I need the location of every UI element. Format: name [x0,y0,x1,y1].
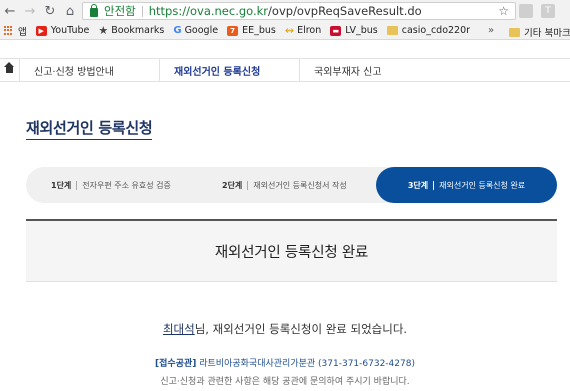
page-title: 재외선거인 등록신청 [26,117,153,140]
bookmark-star-icon[interactable]: ☆ [498,4,509,18]
url-text[interactable]: https://ova.nec.go.kr/ovp/ovpReqSaveResu… [149,4,422,18]
site-nav: 신고·신청 방법안내 재외선거인 등록신청 국외부재자 신고 [0,58,570,82]
step-text: 재외선거인 등록신청 완료 [439,180,526,190]
extension-icon[interactable] [519,4,533,18]
step-1: 1단계 전자우편 주소 유효성 검증 [51,167,171,203]
contact-notice: 신고·신청과 관련한 사항은 해당 공관에 문의하여 주시기 바랍니다. [160,377,410,387]
bookmark-label: Elron [297,25,322,36]
nav-item-label: 국외부재자 신고 [314,66,382,78]
step-divider [247,180,249,190]
bookmark-label: Bookmarks [111,25,165,36]
folder-icon [386,26,398,35]
forward-icon[interactable]: → [20,0,40,22]
office-label: [접수공관] [155,359,197,369]
bookmark-google[interactable]: G Google [173,25,218,36]
bookmark-ee-bus[interactable]: 7 EE_bus [227,25,276,36]
bookmark-label: Google [184,25,219,36]
nav-item-guide[interactable]: 신고·신청 방법안내 [20,59,160,81]
bookmark-elron[interactable]: ↭ Elron [285,24,321,37]
bookmark-lv-bus[interactable]: ▬ LV_bus [330,25,378,36]
bookmarks-bar: 앱 ▶ YouTube ★ Bookmarks G Google 7 EE_bu… [0,22,570,40]
bookmark-label: EE_bus [242,25,276,36]
nav-item-label: 신고·신청 방법안내 [34,66,114,78]
completion-message: 최대석님, 재외선거인 등록신청이 완료 되었습니다. [0,321,570,337]
reload-icon[interactable]: ↻ [40,0,60,22]
elron-icon: ↭ [284,24,295,37]
browser-toolbar: ← → ↻ ⌂ 안전함 https://ova.nec.go.kr/ovp/ov… [0,0,570,22]
step-number: 3단계 [407,180,429,190]
applicant-name: 최대석 [162,322,195,336]
url-path: /ovp/ovpReqSaveResult.do [268,4,422,18]
step-divider [433,180,435,190]
lock-icon [90,3,98,17]
bookmark-label: LV_bus [345,25,378,36]
url-host: https://ova.nec.go.kr [148,4,269,18]
home-link[interactable] [0,59,20,81]
bookmark-casio[interactable]: casio_cdo220r [386,25,471,36]
google-icon: G [173,25,182,36]
completion-banner: 재외선거인 등록신청 완료 [26,221,557,282]
step-2: 2단계 재외선거인 등록신청서 작성 [222,167,347,203]
bookmark-label: 앱 [18,26,27,38]
message-text: 님, 재외선거인 등록신청이 완료 되었습니다. [194,322,408,336]
nav-item-overseas-voter[interactable]: 재외선거인 등록신청 [160,59,300,81]
step-divider [76,180,78,190]
bookmark-label: casio_cdo220r [401,25,471,36]
star-icon: ★ [98,24,109,37]
more-bookmarks-icon[interactable]: » [488,25,494,36]
lv-icon: ▬ [330,25,342,36]
step-text: 재외선거인 등록신청서 작성 [253,180,347,190]
profile-icon[interactable]: T [541,4,555,18]
home-browser-icon[interactable]: ⌂ [60,0,80,22]
bookmark-bookmarks[interactable]: ★ Bookmarks [98,24,164,37]
step-3-current: 3단계 재외선거인 등록신청 완료 [376,167,557,203]
step-text: 전자우편 주소 유효성 검증 [82,180,171,190]
office-info: [접수공관] 라트비아공화국대사관리가분관 (371-371-6732-4278… [0,356,570,369]
secure-label: 안전함 [104,4,136,18]
folder-icon [509,27,520,37]
step-number: 2단계 [222,180,243,190]
home-icon [4,62,14,74]
office-name: 라트비아공화국대사관리가분관 (371-371-6732-4278) [199,359,415,369]
nav-item-absentee[interactable]: 국외부재자 신고 [300,59,570,81]
other-bookmarks[interactable]: 기타 북마크 [509,25,570,39]
youtube-icon: ▶ [35,25,47,36]
progress-steps: 1단계 전자우편 주소 유효성 검증 2단계 재외선거인 등록신청서 작성 3단… [26,167,557,203]
address-bar[interactable]: 안전함 https://ova.nec.go.kr/ovp/ovpReqSave… [82,2,516,20]
other-bookmarks-label: 기타 북마크 [524,28,570,39]
bookmark-apps[interactable]: 앱 [0,24,27,38]
back-icon[interactable]: ← [0,0,20,22]
nav-item-label: 재외선거인 등록신청 [174,66,261,78]
step-number: 1단계 [51,180,72,190]
ee-icon: 7 [227,25,239,36]
bookmark-label: YouTube [50,25,90,36]
apps-icon [4,25,14,36]
url-divider [141,5,143,17]
completion-title: 재외선거인 등록신청 완료 [214,244,369,261]
bookmark-youtube[interactable]: ▶ YouTube [35,25,90,36]
